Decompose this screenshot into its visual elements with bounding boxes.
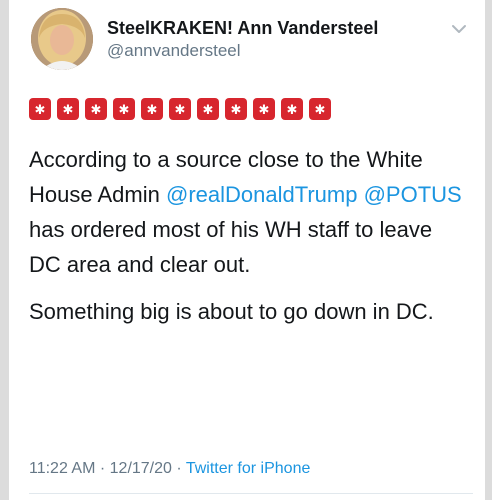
tweet-time[interactable]: 11:22 AM xyxy=(29,460,95,477)
display-name[interactable]: SteelKRAKEN! Ann Vandersteel xyxy=(107,18,378,39)
tweet-date[interactable]: 12/17/20 xyxy=(110,460,172,477)
tweet-paragraph: Something big is about to go down in DC. xyxy=(29,299,434,324)
tweet-text-rest: has ordered most of his WH staff to leav… xyxy=(29,217,433,277)
sos-emoji-icon: ✱ xyxy=(197,98,219,120)
sos-emoji-icon: ✱ xyxy=(29,98,51,120)
sos-emoji-icon: ✱ xyxy=(85,98,107,120)
username-handle[interactable]: @annvandersteel xyxy=(107,41,241,61)
sos-emoji-icon: ✱ xyxy=(253,98,275,120)
tweet-text: According to a source close to the White… xyxy=(29,142,469,329)
sos-emoji-icon: ✱ xyxy=(225,98,247,120)
mention-potus-link[interactable]: @POTUS xyxy=(364,182,462,207)
tweet-source-link[interactable]: Twitter for iPhone xyxy=(186,460,311,477)
tweet-card: SteelKRAKEN! Ann Vandersteel @annvanders… xyxy=(9,0,485,500)
mention-realdonaldtrump-link[interactable]: @realDonaldTrump xyxy=(166,182,357,207)
meta-separator: · xyxy=(171,460,186,477)
emoji-row: ✱ ✱ ✱ ✱ ✱ ✱ ✱ ✱ ✱ ✱ ✱ xyxy=(29,98,331,122)
divider xyxy=(29,493,473,494)
meta-separator: · xyxy=(95,460,110,477)
sos-emoji-icon: ✱ xyxy=(113,98,135,120)
avatar[interactable] xyxy=(31,8,93,70)
sos-emoji-icon: ✱ xyxy=(309,98,331,120)
sos-emoji-icon: ✱ xyxy=(281,98,303,120)
sos-emoji-icon: ✱ xyxy=(169,98,191,120)
tweet-metadata: 11:22 AM · 12/17/20 · Twitter for iPhone xyxy=(29,460,310,478)
profile-photo-icon xyxy=(31,8,93,70)
chevron-down-icon[interactable] xyxy=(450,22,468,34)
sos-emoji-icon: ✱ xyxy=(141,98,163,120)
sos-emoji-icon: ✱ xyxy=(57,98,79,120)
tweet-paragraph: According to a source close to the White… xyxy=(29,142,469,282)
